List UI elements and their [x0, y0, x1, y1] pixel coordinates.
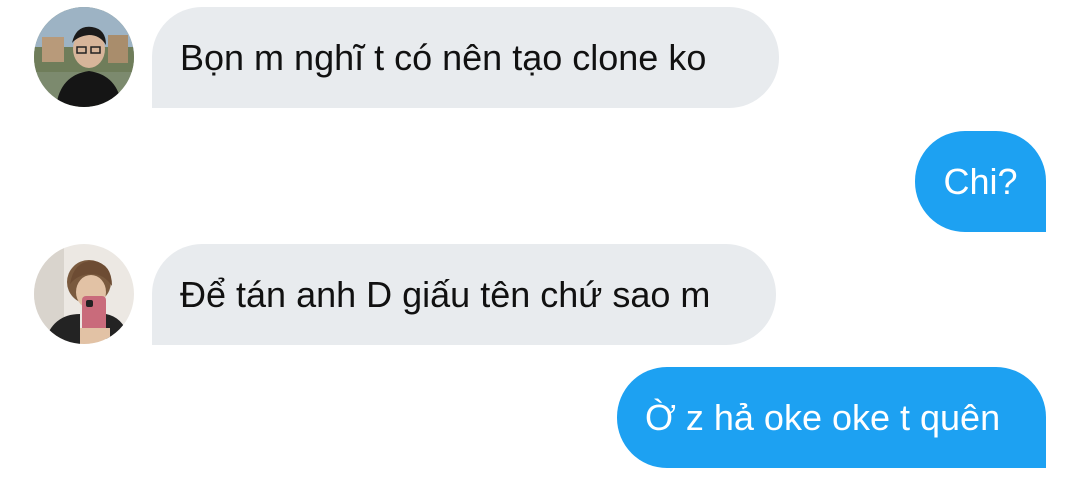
message-text: Chi? — [943, 161, 1018, 202]
message-text: Bọn m nghĩ t có nên tạo clone ko — [180, 37, 707, 78]
message-bubble-incoming[interactable]: Bọn m nghĩ t có nên tạo clone ko — [152, 7, 779, 108]
avatar[interactable] — [34, 7, 134, 107]
message-text: Ờ z hả oke oke t quên — [645, 397, 1001, 438]
message-bubble-outgoing[interactable]: Chi? — [915, 131, 1046, 232]
avatar[interactable] — [34, 244, 134, 344]
message-bubble-incoming[interactable]: Để tán anh D giấu tên chứ sao m — [152, 244, 776, 345]
message-text: Để tán anh D giấu tên chứ sao m — [180, 274, 711, 315]
message-bubble-outgoing[interactable]: Ờ z hả oke oke t quên — [617, 367, 1046, 468]
